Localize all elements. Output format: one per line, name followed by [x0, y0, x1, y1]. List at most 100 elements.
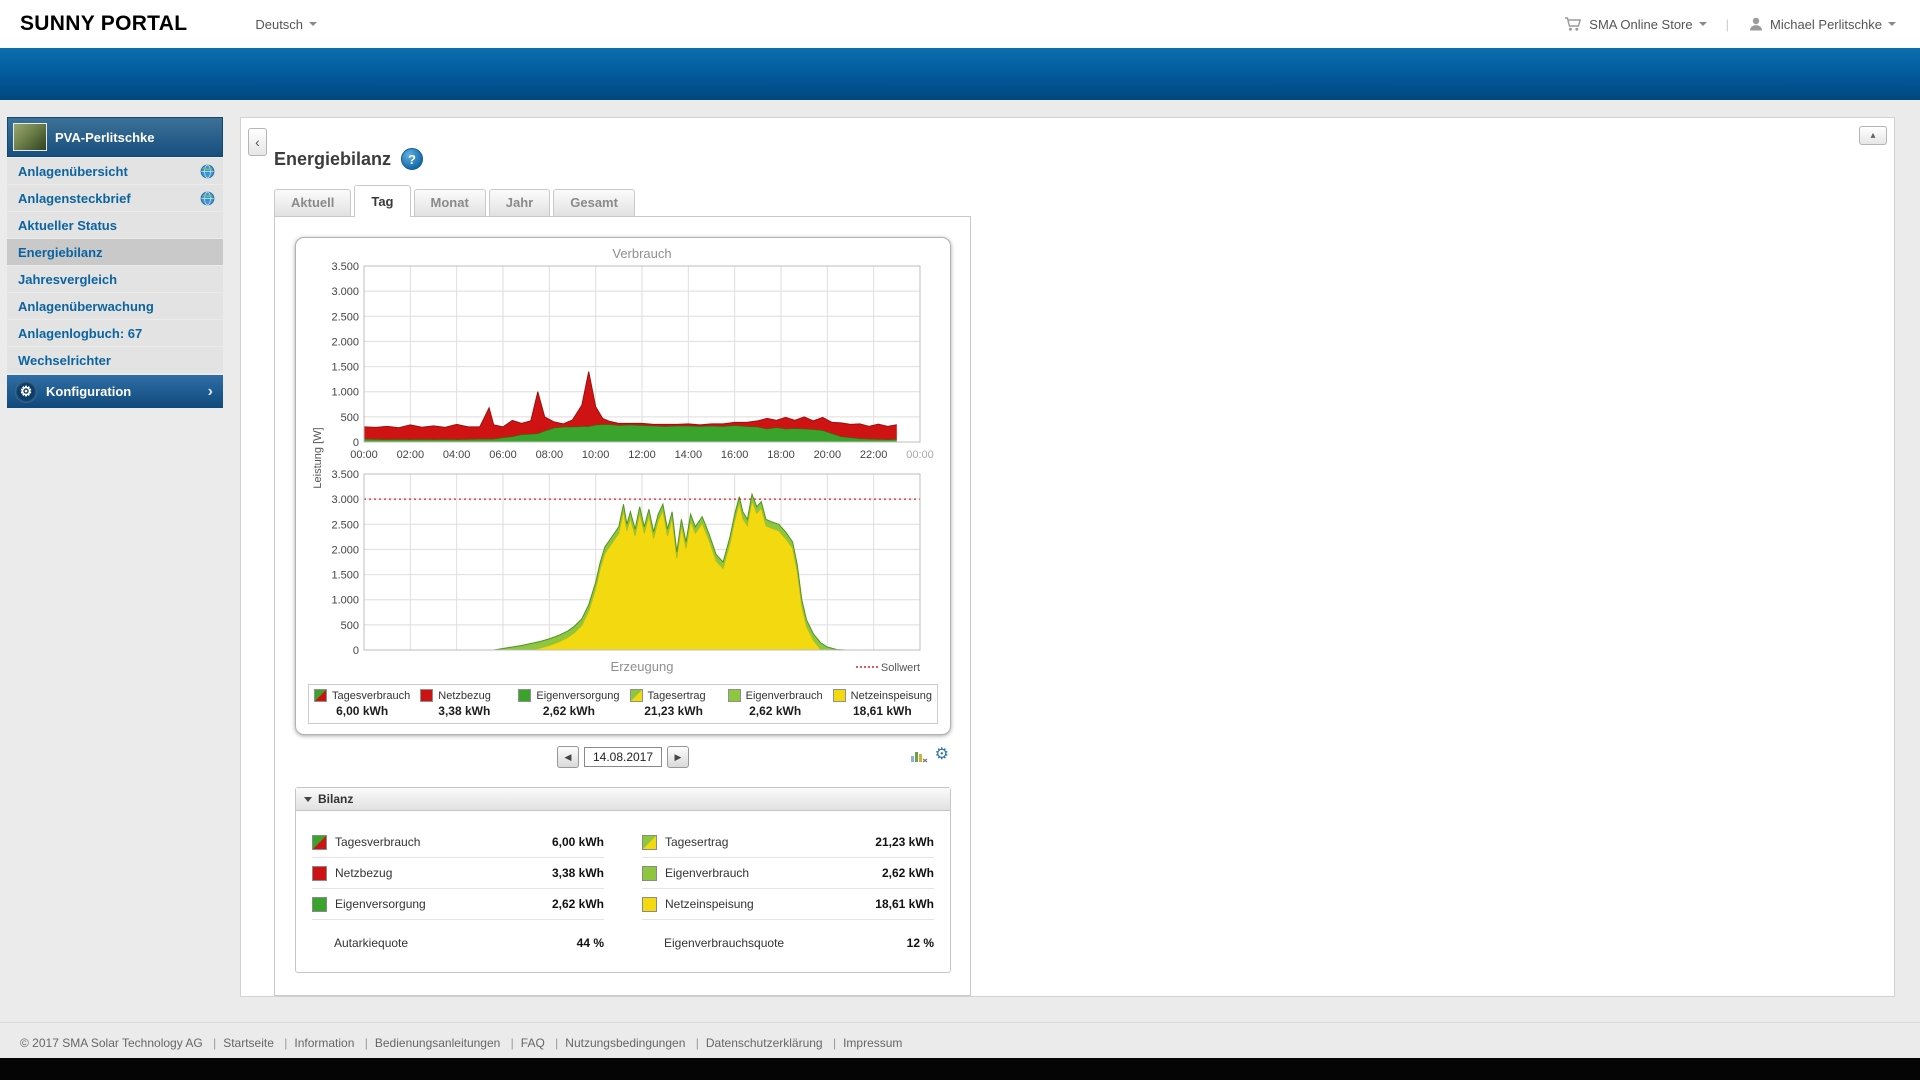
globe-icon[interactable]: [200, 164, 215, 179]
legend-item: Eigenversorgung 2,62 kWh: [513, 685, 624, 723]
row-value: 44 %: [577, 936, 604, 950]
sidebar-item-label: Anlagenüberwachung: [18, 299, 154, 314]
legend-value: 21,23 kWh: [630, 704, 718, 718]
legend-swatch: [314, 689, 327, 702]
tab-gesamt[interactable]: Gesamt: [553, 189, 635, 216]
svg-text:3.500: 3.500: [331, 469, 359, 481]
tab-content: 05001.0001.5002.0002.5003.0003.500Verbra…: [274, 216, 971, 996]
bilanz-row: Netzeinspeisung 18,61 kWh: [642, 889, 934, 920]
sidebar-item-energiebilanz[interactable]: Energiebilanz: [7, 239, 223, 265]
bilanz-row: Tagesertrag 21,23 kWh: [642, 827, 934, 858]
footer-link-datenschutzerklaerung[interactable]: Datenschutzerklärung: [706, 1036, 823, 1050]
chevron-down-icon: [1699, 22, 1707, 26]
svg-text:Leistung [W]: Leistung [W]: [312, 427, 324, 488]
sidebar-item-anlagenuebersicht[interactable]: Anlagenübersicht: [7, 158, 223, 184]
bilanz-collapse-header[interactable]: Bilanz: [296, 788, 950, 811]
online-store-label: SMA Online Store: [1589, 17, 1692, 32]
main-panel: ‹ ▴ Energiebilanz ? Aktuell Tag Monat Ja…: [240, 117, 1895, 997]
help-icon[interactable]: ?: [401, 148, 423, 170]
tab-monat[interactable]: Monat: [414, 189, 486, 216]
svg-text:0: 0: [353, 645, 359, 657]
svg-text:2.500: 2.500: [331, 311, 359, 323]
sidebar-item-wechselrichter[interactable]: Wechselrichter: [7, 347, 223, 373]
svg-text:1.000: 1.000: [331, 387, 359, 399]
footer: © 2017 SMA Solar Technology AG |Startsei…: [0, 1022, 1920, 1050]
legend-label: Netzbezug: [438, 690, 491, 702]
footer-link-bedienungsanleitungen[interactable]: Bedienungsanleitungen: [375, 1036, 500, 1050]
bilanz-quote-row: Eigenverbrauchsquote 12 %: [642, 928, 934, 958]
legend-item: Tagesverbrauch 6,00 kWh: [309, 685, 415, 723]
settings-icon[interactable]: ⚙: [935, 747, 949, 763]
svg-text:02:00: 02:00: [397, 449, 425, 461]
date-input[interactable]: [584, 747, 662, 767]
globe-icon[interactable]: [200, 191, 215, 206]
row-label: Autarkiequote: [334, 936, 408, 950]
sidebar-item-jahresvergleich[interactable]: Jahresvergleich: [7, 266, 223, 292]
footer-link-impressum[interactable]: Impressum: [843, 1036, 902, 1050]
next-day-button[interactable]: ▶: [667, 746, 689, 768]
bilanz-quote-row: Autarkiequote 44 %: [312, 928, 604, 958]
scroll-top-button[interactable]: ▴: [1859, 126, 1887, 145]
legend-label: Tagesverbrauch: [332, 690, 410, 702]
svg-text:1.500: 1.500: [331, 362, 359, 374]
sidebar-item-label: Energiebilanz: [18, 245, 103, 260]
row-label: Eigenversorgung: [335, 897, 426, 911]
bilanz-row: Tagesverbrauch 6,00 kWh: [312, 827, 604, 858]
legend-item: Tagesertrag 21,23 kWh: [625, 685, 723, 723]
tab-aktuell[interactable]: Aktuell: [274, 189, 351, 216]
footer-link-nutzungsbedingungen[interactable]: Nutzungsbedingungen: [565, 1036, 685, 1050]
row-value: 21,23 kWh: [875, 835, 934, 849]
diagram-settings-icon[interactable]: [910, 747, 928, 763]
sidebar-item-label: Anlagenübersicht: [18, 164, 128, 179]
bilanz-right-column: Tagesertrag 21,23 kWh Eigenverbrauch 2,6…: [642, 827, 934, 958]
legend-value: 2,62 kWh: [728, 704, 823, 718]
footer-link-faq[interactable]: FAQ: [521, 1036, 545, 1050]
row-label: Eigenverbrauch: [665, 866, 749, 880]
bilanz-row: Eigenversorgung 2,62 kWh: [312, 889, 604, 920]
row-swatch: [312, 897, 327, 912]
collapse-sidebar-button[interactable]: ‹: [248, 128, 267, 156]
svg-text:Verbrauch: Verbrauch: [612, 246, 671, 261]
legend-value: 3,38 kWh: [420, 704, 508, 718]
legend-item: Netzeinspeisung 18,61 kWh: [828, 685, 937, 723]
svg-text:0: 0: [353, 437, 359, 449]
cart-icon: [1564, 16, 1583, 32]
sidebar-item-konfiguration[interactable]: ⚙ Konfiguration ›: [7, 375, 223, 408]
tab-tag[interactable]: Tag: [354, 185, 410, 217]
bilanz-row: Netzbezug 3,38 kWh: [312, 858, 604, 889]
legend-label: Tagesertrag: [648, 690, 706, 702]
svg-text:2.000: 2.000: [331, 544, 359, 556]
svg-text:Erzeugung: Erzeugung: [611, 659, 674, 674]
online-store-link[interactable]: SMA Online Store: [1564, 16, 1706, 32]
energy-chart-panel: 05001.0001.5002.0002.5003.0003.500Verbra…: [295, 237, 951, 735]
prev-day-button[interactable]: ◀: [557, 746, 579, 768]
sidebar-item-label: Wechselrichter: [18, 353, 111, 368]
row-label: Tagesertrag: [665, 835, 728, 849]
language-selector[interactable]: Deutsch: [255, 17, 317, 32]
header-divider: |: [1726, 17, 1729, 32]
energy-balance-chart: 05001.0001.5002.0002.5003.0003.500Verbra…: [308, 246, 938, 680]
legend-swatch: [728, 689, 741, 702]
sidebar-item-aktueller-status[interactable]: Aktueller Status: [7, 212, 223, 238]
row-label: Tagesverbrauch: [335, 835, 420, 849]
svg-text:1.000: 1.000: [331, 595, 359, 607]
plant-selector[interactable]: PVA-Perlitschke: [7, 117, 223, 157]
bottom-bar: [0, 1058, 1920, 1080]
sidebar-item-anlagenlogbuch[interactable]: Anlagenlogbuch: 67: [7, 320, 223, 346]
legend-swatch: [630, 689, 643, 702]
user-icon: [1748, 16, 1764, 32]
sidebar-item-anlagenueberwachung[interactable]: Anlagenüberwachung: [7, 293, 223, 319]
row-value: 2,62 kWh: [552, 897, 604, 911]
bilanz-title: Bilanz: [318, 792, 353, 806]
svg-text:00:00: 00:00: [906, 449, 934, 461]
tab-jahr[interactable]: Jahr: [489, 189, 550, 216]
svg-text:500: 500: [341, 620, 359, 632]
footer-link-information[interactable]: Information: [294, 1036, 354, 1050]
user-menu[interactable]: Michael Perlitschke: [1748, 16, 1896, 32]
footer-link-startseite[interactable]: Startseite: [223, 1036, 274, 1050]
sidebar-item-label: Anlagenlogbuch: 67: [18, 326, 142, 341]
footer-divider: |: [555, 1036, 558, 1050]
page-content: PVA-Perlitschke Anlagenübersicht Anlagen…: [0, 100, 1920, 1058]
sidebar-item-anlagensteckbrief[interactable]: Anlagensteckbrief: [7, 185, 223, 211]
legend-value: 6,00 kWh: [314, 704, 410, 718]
